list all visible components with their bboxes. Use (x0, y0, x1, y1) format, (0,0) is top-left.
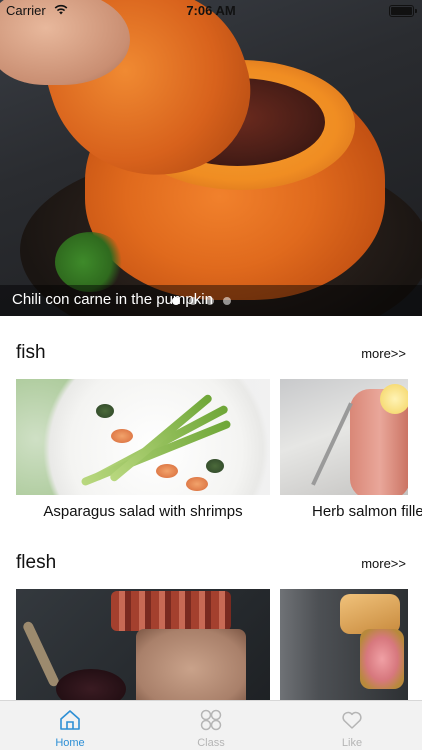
bacon (111, 591, 231, 631)
asparagus-spear (80, 419, 232, 487)
page-indicator[interactable] (172, 297, 231, 305)
wellington-slice (360, 629, 404, 689)
grid-icon (200, 709, 222, 731)
tab-home[interactable]: Home (0, 701, 140, 750)
banner-carousel[interactable]: Chili con carne in the pumpkin (0, 0, 422, 316)
section-title-flesh: flesh (16, 552, 57, 573)
fork (311, 402, 353, 486)
spoon (21, 620, 61, 688)
tab-class-label: Class (197, 737, 225, 749)
tab-bar: Home Class Like (0, 700, 422, 750)
home-icon (60, 710, 80, 730)
banner-caption-bar: Chili con carne in the pumpkin (0, 285, 422, 316)
greens (96, 404, 114, 418)
battery-icon (389, 5, 417, 17)
status-bar: Carrier 7:06 AM (0, 0, 422, 22)
shrimp (111, 429, 133, 443)
recipe-card-image[interactable] (280, 589, 408, 705)
shrimp (186, 477, 208, 491)
recipe-card-title[interactable]: Asparagus salad with shrimps (16, 503, 270, 520)
greens (206, 459, 224, 473)
page-dot[interactable] (206, 297, 214, 305)
page-dot[interactable] (223, 297, 231, 305)
page-dot[interactable] (189, 297, 197, 305)
recipe-card-image[interactable] (280, 379, 408, 495)
clock: 7:06 AM (186, 3, 236, 18)
more-link-flesh[interactable]: more>> (361, 556, 406, 571)
terrine-loaf (136, 629, 246, 705)
heart-icon (342, 711, 362, 729)
battery-fill (391, 7, 412, 15)
lemon (380, 384, 408, 414)
shrimp (156, 464, 178, 478)
tab-like[interactable]: Like (282, 701, 422, 750)
pastry (340, 594, 400, 634)
recipe-card-image[interactable] (16, 379, 270, 495)
tab-like-label: Like (341, 737, 363, 749)
tab-home-label: Home (55, 737, 85, 749)
section-title-fish: fish (16, 342, 46, 363)
recipe-card-title-clip: Herb salmon fillet (280, 503, 422, 525)
tab-class[interactable]: Class (141, 701, 281, 750)
recipe-card-image[interactable] (16, 589, 270, 705)
page-dot-active[interactable] (172, 297, 180, 305)
app-screen: Chili con carne in the pumpkin Carrier 7… (0, 0, 422, 750)
battery-nub (415, 9, 417, 13)
more-link-fish[interactable]: more>> (361, 346, 406, 361)
banner-image-herbs (55, 232, 125, 292)
recipe-card-title[interactable]: Herb salmon fillet (312, 503, 422, 520)
